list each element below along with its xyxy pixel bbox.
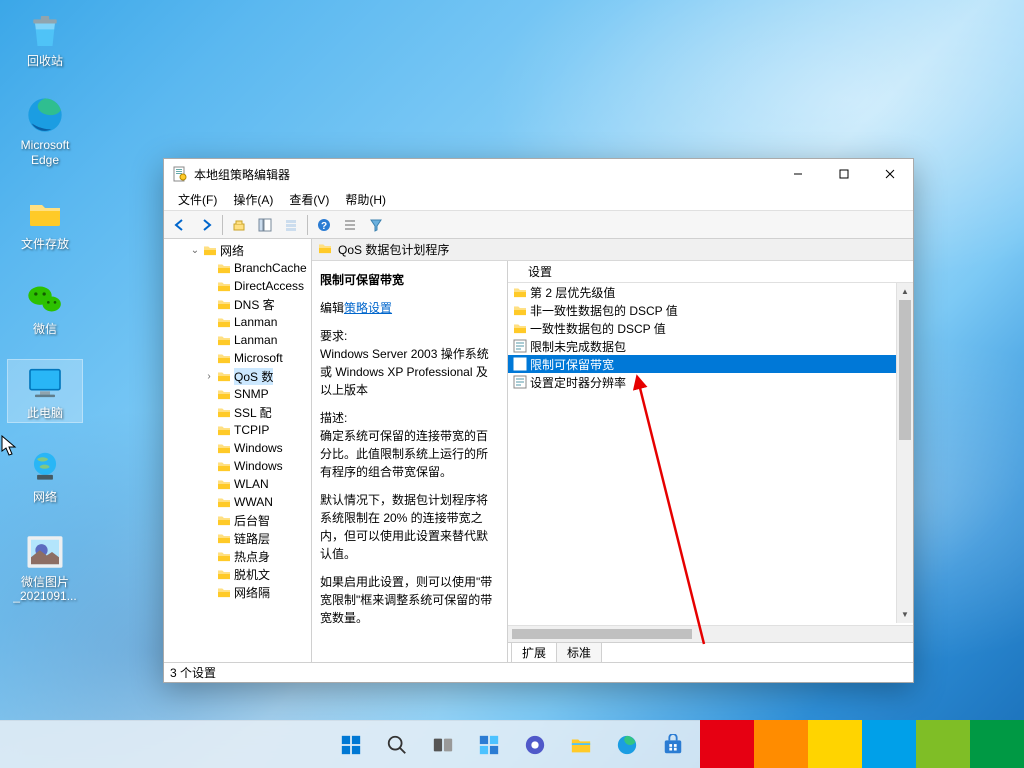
toolbar: ? [164,211,913,239]
tree-item[interactable]: SSL 配 [186,403,311,421]
show-tree-button[interactable] [253,213,277,237]
description-pane: 限制可保留带宽 编辑策略设置 要求: Windows Server 2003 操… [312,261,508,662]
tree-item[interactable]: SNMP [186,385,311,403]
minimize-button[interactable] [775,159,821,189]
edge-icon [24,94,66,136]
vertical-scrollbar[interactable]: ▲ ▼ [896,283,913,623]
tree-item[interactable]: 热点身 [186,547,311,565]
folder-shortcut[interactable]: 文件存放 [8,191,82,253]
address-text: QoS 数据包计划程序 [338,241,449,258]
menu-file[interactable]: 文件(F) [170,189,225,210]
tree-item[interactable]: DNS 客 [186,295,311,313]
hscroll-thumb[interactable] [512,629,692,639]
this-pc[interactable]: 此电脑 [8,360,82,422]
edge-shortcut[interactable]: Microsoft Edge [8,92,82,169]
tree-item[interactable]: Microsoft [186,349,311,367]
widgets-button[interactable] [469,725,509,765]
up-button[interactable] [227,213,251,237]
list-button[interactable] [338,213,362,237]
globe-icon [24,446,66,488]
desc-title: 限制可保留带宽 [320,271,499,289]
maximize-button[interactable] [821,159,867,189]
menu-action[interactable]: 操作(A) [225,189,281,210]
task-view-button[interactable] [423,725,463,765]
list-item[interactable]: 设置定时器分辨率 [508,373,896,391]
image-file[interactable]: 微信图片 _2021091... [8,529,82,606]
network-shortcut[interactable]: 网络 [8,444,82,506]
tree-root[interactable]: ⌄ 网络 [186,241,311,259]
tree-item[interactable]: Lanman [186,331,311,349]
list-item[interactable]: 限制未完成数据包 [508,337,896,355]
edit-policy-link[interactable]: 策略设置 [344,301,392,315]
edge-button[interactable] [607,725,647,765]
back-button[interactable] [168,213,192,237]
annotation-color-blocks [700,720,1024,768]
scroll-thumb[interactable] [899,300,911,440]
settings-list-pane: 设置 第 2 层优先级值非一致性数据包的 DSCP 值一致性数据包的 DSCP … [508,261,913,662]
tree-item[interactable]: 后台智 [186,511,311,529]
forward-button[interactable] [194,213,218,237]
statusbar: 3 个设置 [164,662,913,682]
tab-bar: 扩展 标准 [508,642,913,662]
tab-extended[interactable]: 扩展 [512,643,557,662]
svg-text:?: ? [321,221,327,232]
help-button[interactable]: ? [312,213,336,237]
tree-item[interactable]: WWAN [186,493,311,511]
horizontal-scrollbar[interactable] [508,625,913,642]
recycle-bin-icon [24,10,66,52]
folder-icon [318,242,332,257]
folder-icon [24,193,66,235]
start-button[interactable] [331,725,371,765]
tree-item[interactable]: BranchCache [186,259,311,277]
tree-item[interactable]: DirectAccess [186,277,311,295]
menu-view[interactable]: 查看(V) [281,189,337,210]
tab-standard[interactable]: 标准 [557,643,602,662]
address-bar: QoS 数据包计划程序 [312,239,913,261]
chat-button[interactable] [515,725,555,765]
tree-item[interactable]: Windows [186,439,311,457]
wechat-icon [24,278,66,320]
tree-item[interactable]: 链路层 [186,529,311,547]
menu-help[interactable]: 帮助(H) [337,189,394,210]
tree-item[interactable]: Lanman [186,313,311,331]
pc-icon [24,362,66,404]
close-button[interactable] [867,159,913,189]
list-header[interactable]: 设置 [508,261,913,283]
app-icon [172,166,188,182]
local-policy-editor-window: 本地组策略编辑器 文件(F) 操作(A) 查看(V) 帮助(H) ? ⌄ 网络 [163,158,914,683]
list-item[interactable]: 非一致性数据包的 DSCP 值 [508,301,896,319]
search-button[interactable] [377,725,417,765]
menubar: 文件(F) 操作(A) 查看(V) 帮助(H) [164,189,913,211]
store-button[interactable] [653,725,693,765]
wechat-shortcut[interactable]: 微信 [8,276,82,338]
list-body[interactable]: 第 2 层优先级值非一致性数据包的 DSCP 值一致性数据包的 DSCP 值限制… [508,283,913,625]
tree-item[interactable]: 脱机文 [186,565,311,583]
tree-item[interactable]: Windows [186,457,311,475]
titlebar[interactable]: 本地组策略编辑器 [164,159,913,189]
scroll-down-button[interactable]: ▼ [897,606,913,623]
filter-button[interactable] [364,213,388,237]
tree-item[interactable]: 网络隔 [186,583,311,601]
list-item[interactable]: 第 2 层优先级值 [508,283,896,301]
desktop-icons: 回收站 Microsoft Edge 文件存放 微信 此电脑 网络 [8,8,82,606]
image-thumb-icon [24,531,66,573]
tree-item[interactable]: ›QoS 数 [186,367,311,385]
window-title: 本地组策略编辑器 [194,166,290,183]
tree-item[interactable]: WLAN [186,475,311,493]
list-item[interactable]: 限制可保留带宽 [508,355,896,373]
explorer-button[interactable] [561,725,601,765]
recycle-bin[interactable]: 回收站 [8,8,82,70]
tree-item[interactable]: TCPIP [186,421,311,439]
list-item[interactable]: 一致性数据包的 DSCP 值 [508,319,896,337]
scroll-up-button[interactable]: ▲ [897,283,913,300]
nav-tree[interactable]: ⌄ 网络 BranchCacheDirectAccessDNS 客LanmanL… [164,239,312,662]
properties-button[interactable] [279,213,303,237]
